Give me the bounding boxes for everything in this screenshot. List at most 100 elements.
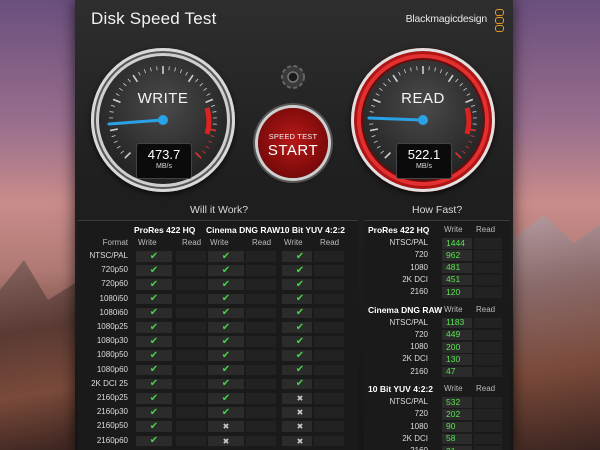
fast-write-value: 202 <box>446 408 461 419</box>
fast-read-cell <box>474 287 502 298</box>
will-cell <box>246 378 276 390</box>
check-icon: ✔ <box>149 321 159 333</box>
fast-col-header: Write <box>444 304 463 314</box>
fast-write-value: 962 <box>446 249 461 260</box>
will-cell <box>314 265 344 276</box>
read-value: 522.1 <box>407 147 441 162</box>
start-button-line1: SPEED TEST <box>268 132 318 141</box>
will-cell <box>314 307 344 319</box>
fast-row-label: NTSC/PAL <box>389 397 428 406</box>
will-col-header: Read <box>320 238 340 247</box>
cross-icon: ✖ <box>296 422 304 432</box>
will-cell <box>246 435 276 447</box>
check-icon: ✔ <box>221 307 231 319</box>
fast-read-cell <box>474 397 502 408</box>
write-needle <box>107 118 165 126</box>
will-cell <box>176 378 206 390</box>
will-cell <box>176 421 206 432</box>
fast-read-cell <box>474 433 502 445</box>
format-label: 1080p60 <box>96 364 128 374</box>
check-icon: ✔ <box>149 250 159 262</box>
fast-col-header: Write <box>444 225 463 234</box>
check-icon: ✔ <box>295 250 305 262</box>
format-label: 1080i60 <box>99 307 128 317</box>
check-icon: ✔ <box>149 335 159 347</box>
fast-row-label: 2160 <box>362 446 428 450</box>
fast-read-cell <box>474 329 502 341</box>
will-it-work-heading: Will it Work? <box>190 204 249 216</box>
format-label: 1080p25 <box>96 322 128 331</box>
will-cell <box>314 393 344 404</box>
desktop-mountain-right <box>514 215 600 450</box>
format-label: 2160p60 <box>96 435 128 445</box>
will-cell <box>246 265 276 276</box>
format-label: 2160p25 <box>96 393 128 402</box>
will-cell <box>246 336 276 347</box>
will-cell <box>314 251 344 262</box>
fast-write-value: 1183 <box>446 317 465 327</box>
check-icon: ✔ <box>295 278 305 290</box>
speed-test-start-button[interactable]: SPEED TEST START <box>258 108 328 178</box>
check-icon: ✔ <box>295 307 305 319</box>
will-cell <box>176 279 206 290</box>
fast-col-header: Write <box>444 384 463 393</box>
will-cell <box>246 322 276 333</box>
will-cell <box>246 350 276 361</box>
fast-write-value: 1444 <box>446 237 465 248</box>
start-button-line2: START <box>267 142 319 159</box>
check-icon: ✔ <box>295 264 305 276</box>
will-col-header: Write <box>284 238 303 247</box>
fast-row-label: 2160 <box>410 366 428 376</box>
write-readout: 473.7 MB/s <box>136 143 192 179</box>
will-cell <box>314 421 344 432</box>
will-col-header: Write <box>138 238 157 247</box>
fast-write-value: 47 <box>446 366 456 377</box>
read-unit: MB/s <box>416 163 432 170</box>
fast-read-cell <box>474 421 502 433</box>
will-cell <box>314 293 344 305</box>
fast-row-label: 720 <box>414 409 428 419</box>
will-cell <box>246 421 276 432</box>
will-cell <box>314 378 344 390</box>
cross-icon: ✖ <box>296 436 304 446</box>
check-icon: ✔ <box>221 349 231 361</box>
fast-row-label: 720 <box>414 329 428 339</box>
fast-write-value: 120 <box>446 286 461 297</box>
check-icon: ✔ <box>149 278 159 290</box>
will-group-header: ProRes 422 HQ <box>134 225 196 235</box>
check-icon: ✔ <box>221 406 231 418</box>
cross-icon: ✖ <box>296 394 304 403</box>
will-cell <box>314 407 344 418</box>
check-icon: ✔ <box>149 264 159 276</box>
fast-row-label: 2160 <box>410 287 428 297</box>
read-readout: 522.1 MB/s <box>396 143 452 179</box>
will-cell <box>314 336 344 347</box>
window-title: Disk Speed Test <box>91 9 217 28</box>
check-icon: ✔ <box>221 335 231 347</box>
fast-write-value: 481 <box>446 262 461 273</box>
fast-group-header: 10 Bit YUV 4:2:2 <box>368 384 434 394</box>
check-icon: ✔ <box>221 392 231 404</box>
format-label: 720p60 <box>101 279 128 289</box>
check-icon: ✔ <box>221 250 231 262</box>
format-label: 2K DCI 25 <box>91 378 128 388</box>
fast-read-cell <box>474 354 502 365</box>
fast-write-value: 130 <box>446 353 461 364</box>
check-icon: ✔ <box>149 307 159 319</box>
check-icon: ✔ <box>295 293 305 305</box>
fast-read-cell <box>474 342 502 353</box>
will-cell <box>314 322 344 333</box>
fast-read-cell <box>474 446 502 450</box>
settings-gear-icon[interactable] <box>278 62 308 92</box>
will-cell <box>176 336 206 347</box>
will-cell <box>246 251 276 262</box>
check-icon: ✔ <box>149 378 159 390</box>
format-label: 2160p30 <box>96 407 128 417</box>
fast-row-label: NTSC/PAL <box>389 317 428 327</box>
fast-write-value: 90 <box>446 421 456 432</box>
will-cell <box>176 407 206 418</box>
format-label: 1080i50 <box>99 293 128 303</box>
check-icon: ✔ <box>295 364 305 376</box>
fast-row-label: 1080 <box>410 262 428 272</box>
will-cell <box>246 393 276 404</box>
